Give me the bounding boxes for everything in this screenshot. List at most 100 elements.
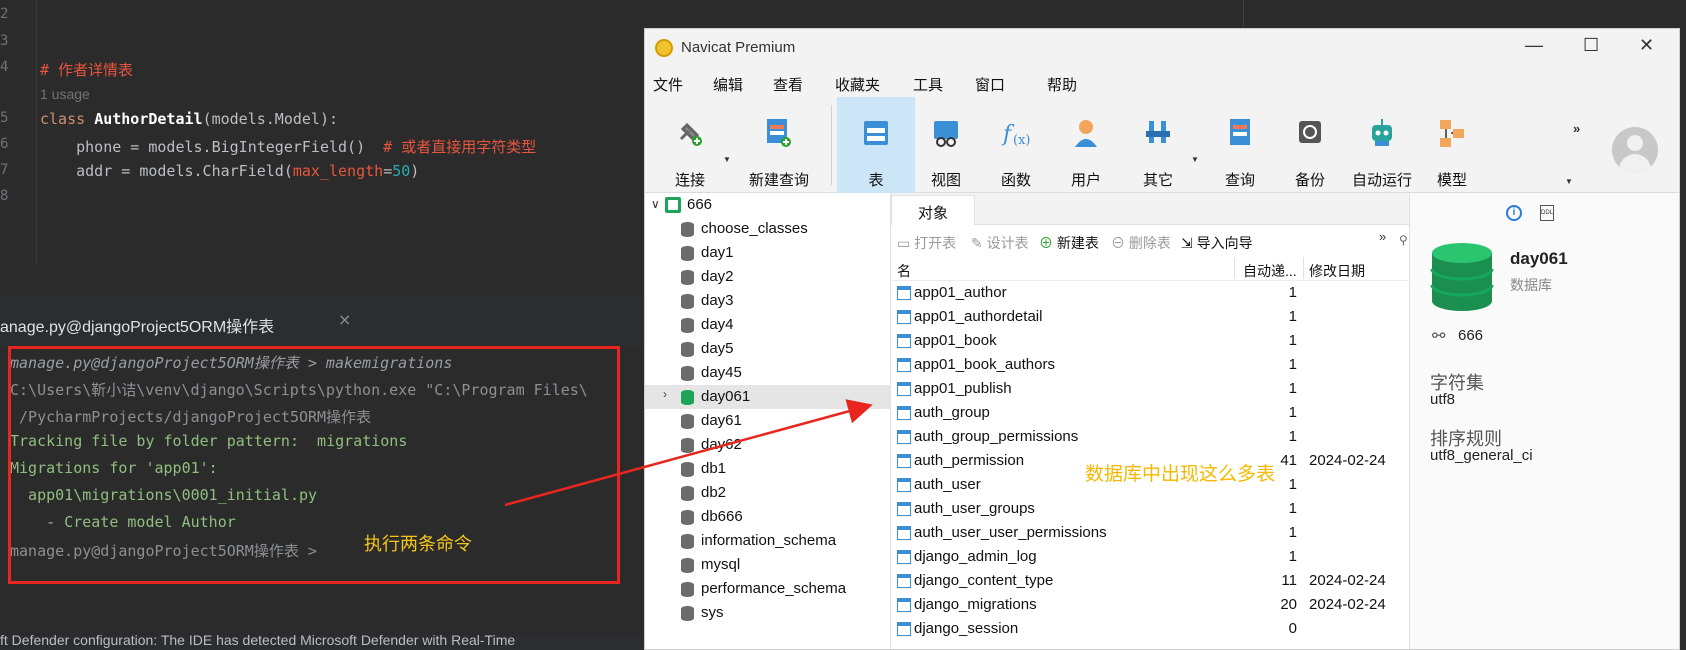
- other-button[interactable]: 其它: [1119, 97, 1197, 193]
- phone-field: phone = models.BigIntegerField(): [40, 138, 384, 156]
- code-phone-line: phone = models.BigIntegerField() # 或者直接用…: [40, 136, 536, 157]
- chevron-down-icon[interactable]: ▼: [1565, 177, 1573, 186]
- open-table-button[interactable]: ▭ 打开表: [897, 233, 956, 253]
- navigation-tree: ∨ 666 choose_classes day1 day2 day3 day4…: [645, 193, 891, 649]
- annotation-label-commands: 执行两条命令: [364, 534, 472, 554]
- menu-edit[interactable]: 编辑: [713, 74, 743, 95]
- table-row[interactable]: django_session 0: [891, 617, 1409, 641]
- new-query-button[interactable]: 新建查询: [733, 97, 825, 193]
- table-row[interactable]: app01_author 1: [891, 281, 1409, 305]
- maximize-button[interactable]: ☐: [1583, 35, 1599, 56]
- minimize-button[interactable]: —: [1525, 35, 1543, 56]
- tree-db-item[interactable]: day62: [645, 433, 891, 457]
- column-header-name[interactable]: 名: [897, 261, 911, 281]
- toolbar-overflow-icon[interactable]: »: [1573, 121, 1580, 136]
- chevron-down-icon[interactable]: ∨: [651, 197, 660, 211]
- ddl-icon[interactable]: DDL: [1540, 205, 1554, 221]
- column-divider[interactable]: [1234, 257, 1235, 279]
- query-button[interactable]: 查询: [1201, 97, 1279, 193]
- pencil-icon: ✎: [971, 235, 983, 251]
- table-row[interactable]: auth_group_permissions 1: [891, 425, 1409, 449]
- connect-button[interactable]: 连接: [651, 97, 729, 193]
- table-row[interactable]: app01_publish 1: [891, 377, 1409, 401]
- avatar[interactable]: [1612, 127, 1658, 173]
- table-row[interactable]: app01_book 1: [891, 329, 1409, 353]
- status-bar: ft Defender configuration: The IDE has d…: [0, 632, 650, 650]
- main-toolbar: 连接 ▼ 新建查询 表 视图 f (x) 函数 用户 其它 ▼ 查询 备份 自动…: [645, 97, 1679, 193]
- class-name: AuthorDetail: [94, 110, 203, 128]
- tree-db-item[interactable]: mysql: [645, 553, 891, 577]
- table-row[interactable]: auth_user_user_permissions 1: [891, 521, 1409, 545]
- design-table-button[interactable]: ✎ 设计表: [971, 233, 1029, 253]
- chevron-right-icon[interactable]: ›: [663, 387, 667, 401]
- tree-db-item[interactable]: day1: [645, 241, 891, 265]
- info-icon[interactable]: i: [1506, 205, 1522, 221]
- tree-db-item[interactable]: day3: [645, 289, 891, 313]
- table-row[interactable]: django_admin_log 1: [891, 545, 1409, 569]
- tree-db-item[interactable]: performance_schema: [645, 577, 891, 601]
- usage-hint[interactable]: 1 usage: [40, 86, 90, 102]
- database-icon: [681, 462, 694, 477]
- table-icon: [897, 622, 911, 636]
- auto-run-button[interactable]: 自动运行: [1343, 97, 1421, 193]
- menu-tools[interactable]: 工具: [913, 74, 943, 95]
- user-button[interactable]: 用户: [1047, 97, 1125, 193]
- table-button[interactable]: 表: [837, 97, 915, 193]
- new-table-button[interactable]: ⊕ 新建表: [1039, 233, 1099, 253]
- line-number: 3: [0, 33, 9, 49]
- chevron-down-icon[interactable]: ▼: [1191, 155, 1199, 164]
- import-wizard-button[interactable]: ⇲ 导入向导: [1181, 233, 1253, 253]
- close-icon[interactable]: ×: [338, 310, 351, 329]
- chevron-down-icon[interactable]: ▼: [723, 155, 731, 164]
- database-icon: [681, 246, 694, 261]
- objects-tab-bar: 对象: [891, 193, 1409, 225]
- table-row[interactable]: auth_group 1: [891, 401, 1409, 425]
- menu-help[interactable]: 帮助: [1047, 74, 1077, 95]
- table-row[interactable]: app01_book_authors 1: [891, 353, 1409, 377]
- column-header-auto-increment[interactable]: 自动递...: [1243, 261, 1297, 281]
- menu-window[interactable]: 窗口: [975, 74, 1005, 95]
- tree-db-item[interactable]: choose_classes: [645, 217, 891, 241]
- column-divider[interactable]: [1303, 257, 1304, 279]
- table-icon: [897, 358, 911, 372]
- function-button[interactable]: f (x) 函数: [977, 97, 1055, 193]
- table-row[interactable]: auth_user_groups 1: [891, 497, 1409, 521]
- table-row[interactable]: app01_authordetail 1: [891, 305, 1409, 329]
- status-message[interactable]: ft Defender configuration: The IDE has d…: [0, 632, 515, 648]
- tree-db-item[interactable]: information_schema: [645, 529, 891, 553]
- line-number: 5: [0, 110, 9, 126]
- menu-favorites[interactable]: 收藏夹: [835, 74, 880, 95]
- menu-file[interactable]: 文件: [653, 74, 683, 95]
- table-row[interactable]: django_content_type 11 2024-02-24: [891, 569, 1409, 593]
- tree-db-item[interactable]: day5: [645, 337, 891, 361]
- open-table-icon: ▭: [897, 235, 911, 251]
- table-icon: [897, 478, 911, 492]
- tree-db-item[interactable]: db1: [645, 457, 891, 481]
- tree-db-item[interactable]: sys: [645, 601, 891, 625]
- tree-db-item-selected[interactable]: › day061: [645, 385, 891, 409]
- tree-db-item[interactable]: day4: [645, 313, 891, 337]
- tab-objects[interactable]: 对象: [891, 195, 975, 225]
- menu-view[interactable]: 查看: [773, 74, 803, 95]
- backup-button[interactable]: 备份: [1271, 97, 1349, 193]
- terminal-tab-title[interactable]: anage.py@djangoProject5ORM操作表: [0, 313, 274, 337]
- tree-db-item[interactable]: db666: [645, 505, 891, 529]
- addr-field: addr = models.CharField(: [40, 162, 293, 180]
- tree-db-item[interactable]: day2: [645, 265, 891, 289]
- tree-db-item[interactable]: day45: [645, 361, 891, 385]
- model-button[interactable]: 模型: [1413, 97, 1491, 193]
- delete-table-button[interactable]: ⊖ 删除表: [1111, 233, 1171, 253]
- view-button[interactable]: 视图: [907, 97, 985, 193]
- new-query-icon: [767, 119, 791, 147]
- close-button[interactable]: ✕: [1639, 35, 1654, 56]
- table-row[interactable]: django_migrations 20 2024-02-24: [891, 593, 1409, 617]
- column-header-modified-date[interactable]: 修改日期: [1309, 261, 1365, 281]
- query-label: 查询: [1224, 172, 1255, 189]
- tree-db-item[interactable]: day61: [645, 409, 891, 433]
- tree-connection[interactable]: ∨ 666: [645, 193, 891, 217]
- table-icon: [897, 526, 911, 540]
- search-icon[interactable]: ⚲: [1399, 233, 1408, 247]
- tree-db-item[interactable]: db2: [645, 481, 891, 505]
- database-icon: [681, 582, 694, 597]
- objects-toolbar-overflow-icon[interactable]: »: [1379, 229, 1386, 244]
